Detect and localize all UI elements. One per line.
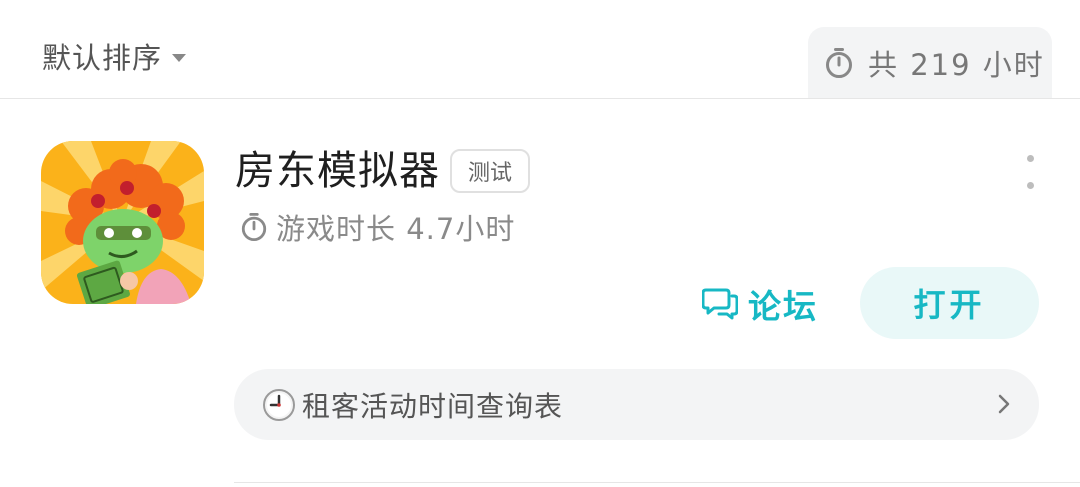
chat-bubbles-icon — [702, 288, 738, 320]
tenant-schedule-link[interactable]: 租客活动时间查询表 — [234, 369, 1039, 440]
bottom-divider — [234, 482, 1080, 483]
more-vertical-icon[interactable] — [1018, 155, 1042, 189]
forum-button[interactable]: 论坛 — [702, 278, 818, 330]
playtime-text: 游戏时长 4.7小时 — [276, 212, 516, 246]
app-title: 房东模拟器 — [235, 148, 440, 194]
test-badge: 测试 — [450, 149, 530, 193]
sort-dropdown[interactable]: 默认排序 — [42, 36, 187, 76]
open-button[interactable]: 打开 — [860, 267, 1039, 339]
chevron-right-icon — [998, 394, 1010, 414]
tenant-schedule-text: 租客活动时间查询表 — [302, 389, 564, 423]
caret-down-icon — [172, 54, 187, 62]
sort-label: 默认排序 — [42, 41, 163, 75]
more-dot — [1026, 182, 1034, 189]
stopwatch-icon — [241, 213, 267, 241]
clock-icon — [263, 388, 295, 421]
total-playtime-text: 共 219 小时 — [868, 48, 1045, 82]
app-icon[interactable] — [41, 141, 204, 304]
stopwatch-icon — [826, 48, 852, 78]
more-dot — [1026, 155, 1034, 162]
forum-label: 论坛 — [748, 287, 818, 326]
header-divider — [0, 98, 1080, 99]
total-playtime-box: 共 219 小时 — [808, 27, 1052, 99]
playtime-row: 游戏时长 4.7小时 — [240, 208, 515, 246]
